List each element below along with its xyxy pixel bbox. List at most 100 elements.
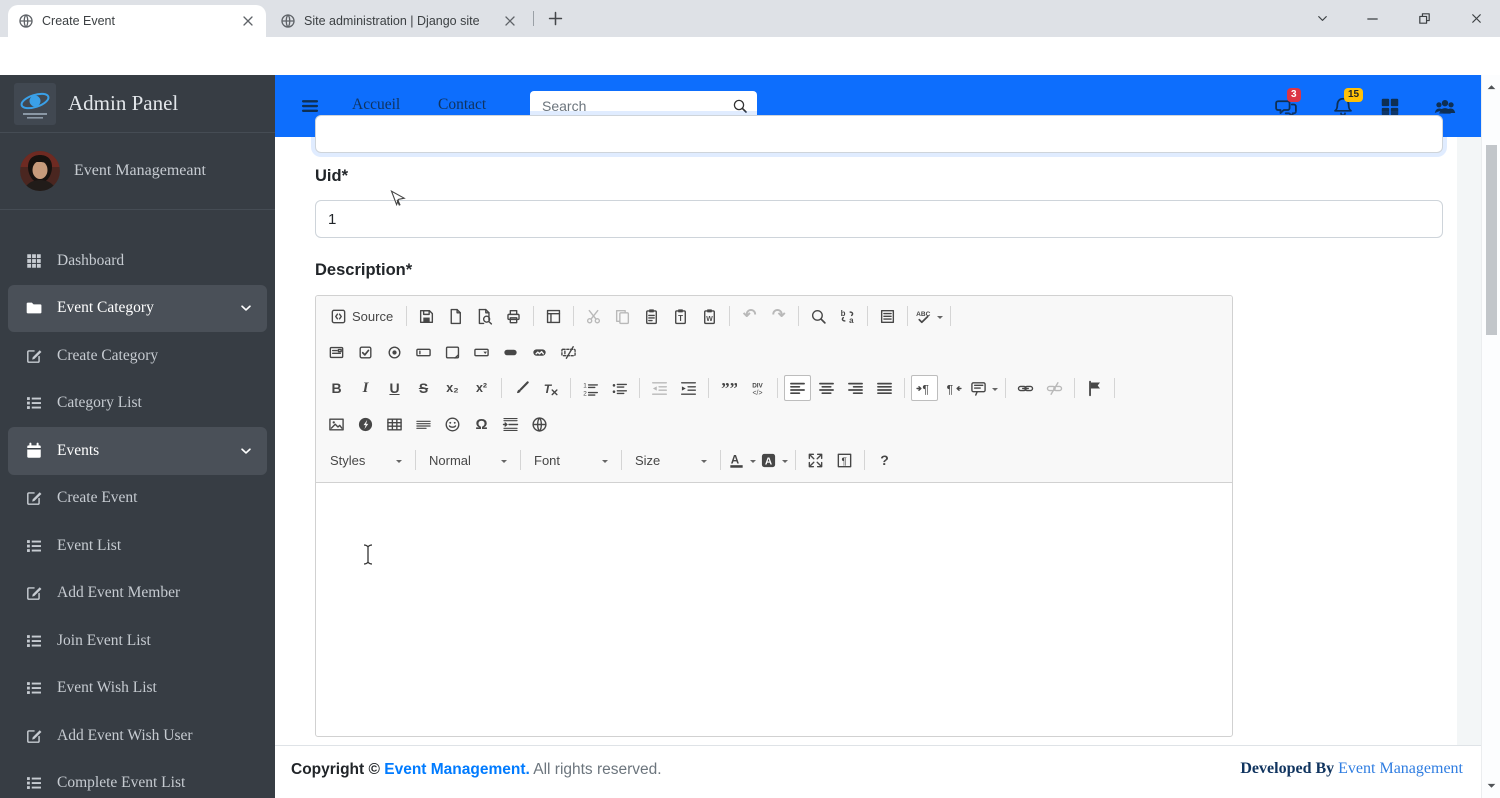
editor-numbered-list-button[interactable]: 12	[577, 375, 604, 401]
close-tab-icon[interactable]	[502, 13, 518, 29]
hamburger-menu-icon[interactable]	[300, 96, 320, 116]
editor-about-button[interactable]: ?	[871, 447, 898, 473]
sidebar-item-event-category[interactable]: Event Category	[8, 284, 267, 332]
editor-iframe-button[interactable]	[526, 411, 553, 437]
editor-print-button[interactable]	[500, 303, 527, 329]
editor-preview-button[interactable]	[471, 303, 498, 329]
uid-input[interactable]	[315, 200, 1443, 238]
sidebar-item-event-list[interactable]: Event List	[8, 522, 267, 570]
tab-django-admin[interactable]: Site administration | Django site	[270, 5, 528, 37]
editor-find-button[interactable]	[805, 303, 832, 329]
editor-link-button[interactable]	[1012, 375, 1039, 401]
editor-paste-word-button[interactable]: W	[696, 303, 723, 329]
editor-spell-check-button[interactable]: ABC	[914, 303, 944, 329]
sidebar-item-create-event[interactable]: Create Event	[8, 475, 267, 523]
editor-align-left-button[interactable]	[784, 375, 811, 401]
editor-flash-button[interactable]	[352, 411, 379, 437]
scroll-up-icon[interactable]	[1486, 82, 1497, 93]
editor-image-button[interactable]	[323, 411, 350, 437]
sidebar-item-add-event-wish-user[interactable]: Add Event Wish User	[8, 712, 267, 760]
editor-cut-button[interactable]	[580, 303, 607, 329]
editor-paste-text-button[interactable]: T	[667, 303, 694, 329]
sidebar-item-dashboard[interactable]: Dashboard	[8, 237, 267, 285]
editor-decrease-indent-button[interactable]	[646, 375, 673, 401]
sidebar-item-create-category[interactable]: Create Category	[8, 332, 267, 380]
editor-bidi-ltr-button[interactable]: ¶	[911, 375, 938, 401]
editor-increase-indent-button[interactable]	[675, 375, 702, 401]
editor-strikethrough-button[interactable]: S	[410, 375, 437, 401]
editor-text-color-button[interactable]: A	[727, 447, 757, 473]
editor-italic-button[interactable]: I	[352, 375, 379, 401]
editor-undo-button[interactable]: ↶	[736, 303, 763, 329]
editor-paste-button[interactable]	[638, 303, 665, 329]
editor-redo-button[interactable]: ↷	[765, 303, 792, 329]
editor-unlink-button[interactable]	[1041, 375, 1068, 401]
editor-smiley-button[interactable]	[439, 411, 466, 437]
editor-checkbox-button[interactable]	[352, 339, 379, 365]
editor-radio-button[interactable]	[381, 339, 408, 365]
editor-size-combo-button[interactable]: Size	[628, 447, 714, 473]
browser-scrollbar[interactable]	[1481, 75, 1500, 798]
editor-bidi-rtl-button[interactable]: ¶	[940, 375, 967, 401]
new-tab-button[interactable]	[546, 9, 565, 28]
editor-remove-format-button[interactable]: T	[537, 375, 564, 401]
window-restore-button[interactable]	[1407, 6, 1441, 31]
editor-blockquote-button[interactable]: ””	[715, 375, 742, 401]
editor-align-center-button[interactable]	[813, 375, 840, 401]
editor-anchor-button[interactable]	[1081, 375, 1108, 401]
editor-select-all-button[interactable]	[874, 303, 901, 329]
editor-horizontal-rule-button[interactable]	[410, 411, 437, 437]
editor-select-field-button[interactable]	[468, 339, 495, 365]
editor-hidden-field-button[interactable]	[555, 339, 582, 365]
editor-bold-button[interactable]: B	[323, 375, 350, 401]
user-name[interactable]: Event Managemeant	[74, 162, 206, 180]
editor-background-color-button[interactable]: A	[759, 447, 789, 473]
window-minimize-button[interactable]	[1355, 6, 1389, 31]
editor-subscript-button[interactable]: x₂	[439, 375, 466, 401]
editor-language-button[interactable]	[969, 375, 999, 401]
editor-new-page-button[interactable]	[442, 303, 469, 329]
editor-form-button[interactable]	[323, 339, 350, 365]
editor-templates-button[interactable]	[540, 303, 567, 329]
copyright-link[interactable]: Event Management.	[384, 761, 530, 778]
editor-image-button-button[interactable]	[526, 339, 553, 365]
nav-link-accueil[interactable]: Accueil	[352, 96, 400, 114]
scroll-down-icon[interactable]	[1486, 780, 1497, 791]
editor-page-break-button[interactable]	[497, 411, 524, 437]
editor-superscript-button[interactable]: x²	[468, 375, 495, 401]
tab-search-chevron[interactable]	[1305, 6, 1339, 31]
editor-special-character-button[interactable]: Ω	[468, 411, 495, 437]
editor-bulleted-list-button[interactable]	[606, 375, 633, 401]
sidebar-item-event-wish-list[interactable]: Event Wish List	[8, 665, 267, 713]
editor-save-button[interactable]	[413, 303, 440, 329]
title-input-partial[interactable]	[315, 115, 1443, 153]
editor-copy-formatting-button[interactable]	[508, 375, 535, 401]
developed-by-link[interactable]: Event Management	[1338, 760, 1463, 777]
close-tab-icon[interactable]	[240, 13, 256, 29]
nav-link-contact[interactable]: Contact	[438, 96, 486, 114]
sidebar-item-category-list[interactable]: Category List	[8, 380, 267, 428]
sidebar-item-add-event-member[interactable]: Add Event Member	[8, 570, 267, 618]
editor-textarea-button[interactable]	[439, 339, 466, 365]
editor-replace-button[interactable]: ba	[834, 303, 861, 329]
editor-div-container-button[interactable]: DIV </>	[744, 375, 771, 401]
tab-create-event[interactable]: Create Event	[8, 5, 266, 37]
sidebar-item-events[interactable]: Events	[8, 427, 267, 475]
editor-font-combo-button[interactable]: Font	[527, 447, 615, 473]
editor-paragraph-format-combo-button[interactable]: Normal	[422, 447, 514, 473]
editor-button-button[interactable]	[497, 339, 524, 365]
editor-text-field-button[interactable]	[410, 339, 437, 365]
editor-align-right-button[interactable]	[842, 375, 869, 401]
sidebar-item-join-event-list[interactable]: Join Event List	[8, 617, 267, 665]
editor-underline-button[interactable]: U	[381, 375, 408, 401]
sidebar-item-complete-event-list[interactable]: Complete Event List	[8, 760, 267, 798]
editor-show-blocks-button[interactable]: ¶	[831, 447, 858, 473]
editor-content-area[interactable]	[316, 483, 1232, 736]
editor-maximize-button[interactable]	[802, 447, 829, 473]
scrollbar-thumb[interactable]	[1486, 145, 1497, 335]
user-avatar[interactable]	[20, 151, 60, 191]
editor-table-button[interactable]	[381, 411, 408, 437]
sidebar-brand[interactable]: Admin Panel	[0, 75, 275, 133]
editor-styles-combo-button[interactable]: Styles	[323, 447, 409, 473]
editor-source-button[interactable]: Source	[323, 303, 400, 329]
